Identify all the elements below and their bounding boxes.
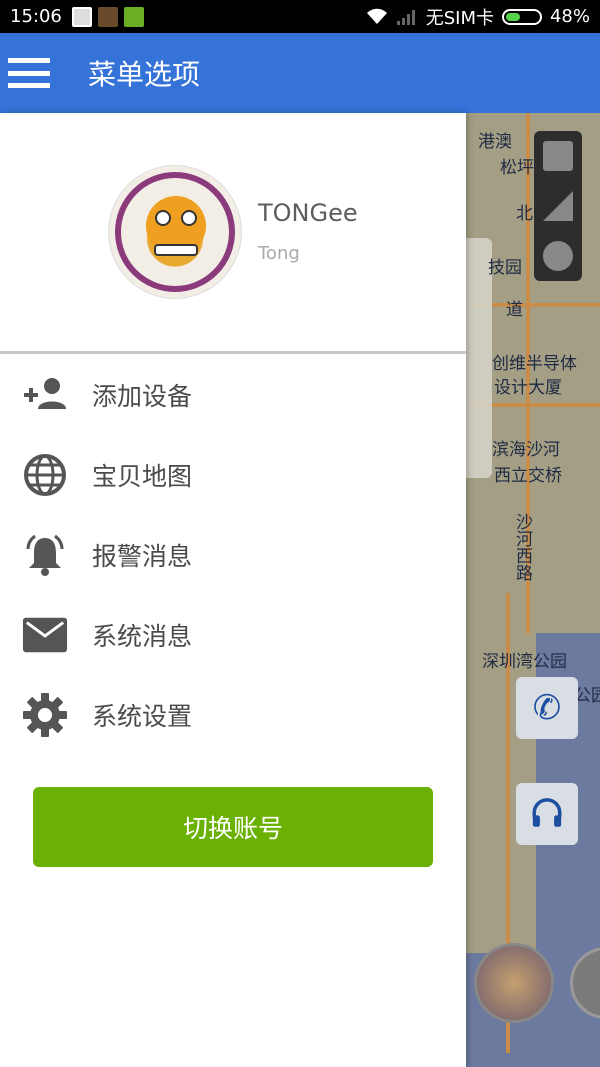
navigation-drawer: TONGee Tong 添加设备 宝贝地图 报警消息 系统消息 系统设置 切换账… [0,113,466,1067]
map-layer-panel [534,131,582,281]
map-label: 深圳湾公园 [482,652,567,672]
video-notification-icon [97,6,118,27]
profile-subtitle: Tong [258,243,300,264]
battery-fill [505,12,520,21]
switch-account-button[interactable]: 切换账号 [33,787,433,867]
map-label: 松坪 [500,158,534,178]
menu-item-label: 添加设备 [92,382,193,411]
map-label: 设计大厦 [494,378,562,398]
profile-header: TONGee Tong [0,113,466,351]
wifi-icon [366,8,387,24]
device-avatar[interactable] [474,943,554,1023]
menu-item-system-messages[interactable]: 系统消息 [0,595,466,675]
map-label: 滨海沙河 [492,440,560,460]
menu-item-label: 系统消息 [92,622,193,651]
headphones-icon [532,798,562,827]
app-bar-title: 菜单选项 [88,58,201,91]
signal-icon [396,9,415,25]
map-label: 道 [506,300,523,320]
signal-status-icon[interactable] [543,191,573,221]
calendar-notification-icon [71,6,92,27]
gear-icon [22,692,68,738]
device-avatar[interactable] [570,947,600,1019]
mail-icon [22,612,68,658]
call-button[interactable]: ✆ [516,677,578,739]
menu-item-label: 宝贝地图 [92,462,193,491]
map-label: 创维半导体 [492,354,577,374]
menu-item-label: 系统设置 [92,702,193,731]
carrier-text: 无SIM卡 [425,7,494,29]
notification-icons [71,6,144,27]
battery-icon [501,8,542,25]
battery-text: 48% [549,6,590,27]
alarm-bell-icon [22,532,68,578]
status-bar: 15:06 无SIM卡 48% [0,0,600,33]
map-label: 港澳 [478,132,512,152]
avatar[interactable] [108,165,242,299]
menu-item-system-settings[interactable]: 系统设置 [0,675,466,755]
map-label: 西立交桥 [494,466,562,486]
menu-item-alarm-messages[interactable]: 报警消息 [0,515,466,595]
map-label: 技园 [488,258,522,278]
globe-icon [22,452,68,498]
gps-status-icon[interactable] [543,241,573,271]
profile-name: TONGee [258,199,358,227]
add-person-icon [22,372,68,418]
menu-item-label: 报警消息 [92,542,193,571]
map-label: 沙河西路 [512,513,532,581]
battery-status-icon[interactable] [543,141,573,171]
map-label: 北 [516,204,533,224]
phone-icon: ✆ [532,688,562,728]
menu-icon[interactable] [8,55,50,91]
app-bar: 菜单选项 [0,33,600,113]
listen-button[interactable] [516,783,578,845]
menu-item-add-device[interactable]: 添加设备 [0,355,466,435]
divider [0,351,466,354]
app-notification-icon [123,6,144,27]
status-right: 无SIM卡 48% [366,4,590,30]
drawer-menu: 添加设备 宝贝地图 报警消息 系统消息 系统设置 [0,355,466,755]
status-time: 15:06 [10,6,62,27]
menu-item-baby-map[interactable]: 宝贝地图 [0,435,466,515]
map-view[interactable]: 港澳 松坪 北 技园 道 创维半导体 设计大厦 滨海沙河 西立交桥 沙河西路 深… [466,113,600,1067]
